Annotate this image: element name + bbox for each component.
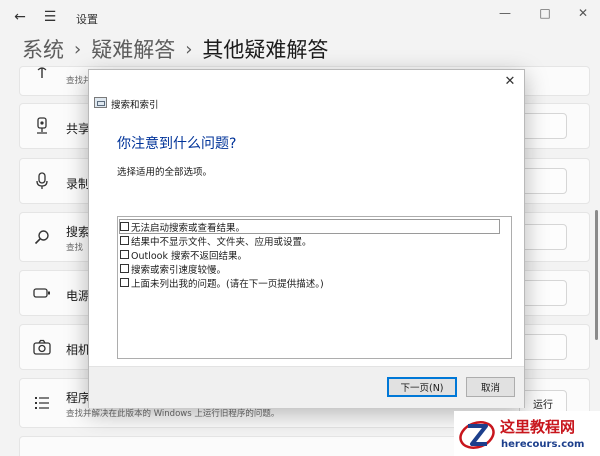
breadcrumb-troubleshoot[interactable]: 疑难解答 [91,34,175,64]
checkbox[interactable] [120,236,129,245]
run-button[interactable] [519,280,567,306]
list-icon [32,393,52,413]
antenna-icon [32,63,52,83]
run-button[interactable] [519,113,567,139]
run-button[interactable] [519,224,567,250]
option-label: Outlook 搜索不返回结果。 [131,250,248,262]
card-title: 相机 [66,343,91,357]
window-title: 设置 [76,13,98,26]
watermark-logo-icon [459,421,495,449]
card-title: 电源 [66,289,91,303]
next-button[interactable]: 下一页(N) [387,377,457,397]
dialog-app-title: 搜索和索引 [111,100,159,111]
run-button[interactable] [519,334,567,360]
breadcrumb-other-troubleshooters: 其他疑难解答 [202,38,329,62]
option-label: 上面未列出我的问题。(请在下一页提供描述。) [131,278,324,290]
breadcrumb-system[interactable]: 系统 [22,34,64,64]
card-title: 录制 [66,177,91,191]
cancel-button[interactable]: 取消 [466,377,515,397]
checkbox[interactable] [120,278,129,287]
dialog-instruction: 选择适用的全部选项。 [117,167,213,178]
option-label: 搜索或索引速度较慢。 [131,264,227,276]
chevron-right-icon: › [185,38,193,60]
dialog-heading: 你注意到什么问题? [117,136,237,152]
option-results-missing[interactable]: 结果中不显示文件、文件夹、应用或设置。 [120,234,312,248]
card-title: 共享 [66,122,91,136]
option-label: 无法启动搜索或查看结果。 [131,222,246,234]
microphone-icon [32,171,52,191]
card-description: 查找 [66,243,84,253]
option-not-listed[interactable]: 上面未列出我的问题。(请在下一页提供描述。) [120,276,324,290]
troubleshooter-dialog: ✕ 搜索和索引 你注意到什么问题? 选择适用的全部选项。 无法启动搜索或查看结果… [88,69,525,408]
options-list: 无法启动搜索或查看结果。 结果中不显示文件、文件夹、应用或设置。 Outlook… [117,216,512,359]
back-arrow-icon[interactable]: ← [12,9,28,25]
shared-folder-icon [32,116,52,136]
run-button[interactable] [519,168,567,194]
troubleshooter-app-icon [94,97,107,108]
camera-icon [32,337,52,357]
maximize-icon[interactable]: □ [534,6,556,22]
option-label: 结果中不显示文件、文件夹、应用或设置。 [131,236,312,248]
checkbox[interactable] [120,264,129,273]
checkbox[interactable] [120,250,129,259]
title-bar: ← ☰ 设置 — □ ✕ [0,0,600,34]
option-cannot-start-search[interactable]: 无法启动搜索或查看结果。 [119,219,500,234]
close-icon[interactable]: ✕ [502,74,518,90]
battery-icon [32,283,52,303]
card-title: 搜索 [66,225,91,239]
card-title: 程序 [66,391,91,405]
menu-icon[interactable]: ☰ [42,9,58,25]
option-outlook-no-results[interactable]: Outlook 搜索不返回结果。 [120,248,248,262]
scrollbar[interactable] [595,210,598,340]
watermark: 这里教程网 herecours.com [454,411,600,456]
close-icon[interactable]: ✕ [572,6,594,22]
dialog-footer: 下一页(N) 取消 [89,366,524,408]
chevron-right-icon: › [74,38,82,60]
option-slow-search[interactable]: 搜索或索引速度较慢。 [120,262,227,276]
search-icon [32,227,52,247]
card-description: 查找并解决在此版本的 Windows 上运行旧程序的问题。 [66,409,280,419]
breadcrumb: 系统 › 疑难解答 › 其他疑难解答 [22,34,328,64]
watermark-name: 这里教程网 [500,418,576,436]
minimize-icon[interactable]: — [494,6,516,22]
checkbox[interactable] [120,222,129,231]
watermark-url: herecours.com [501,439,585,450]
